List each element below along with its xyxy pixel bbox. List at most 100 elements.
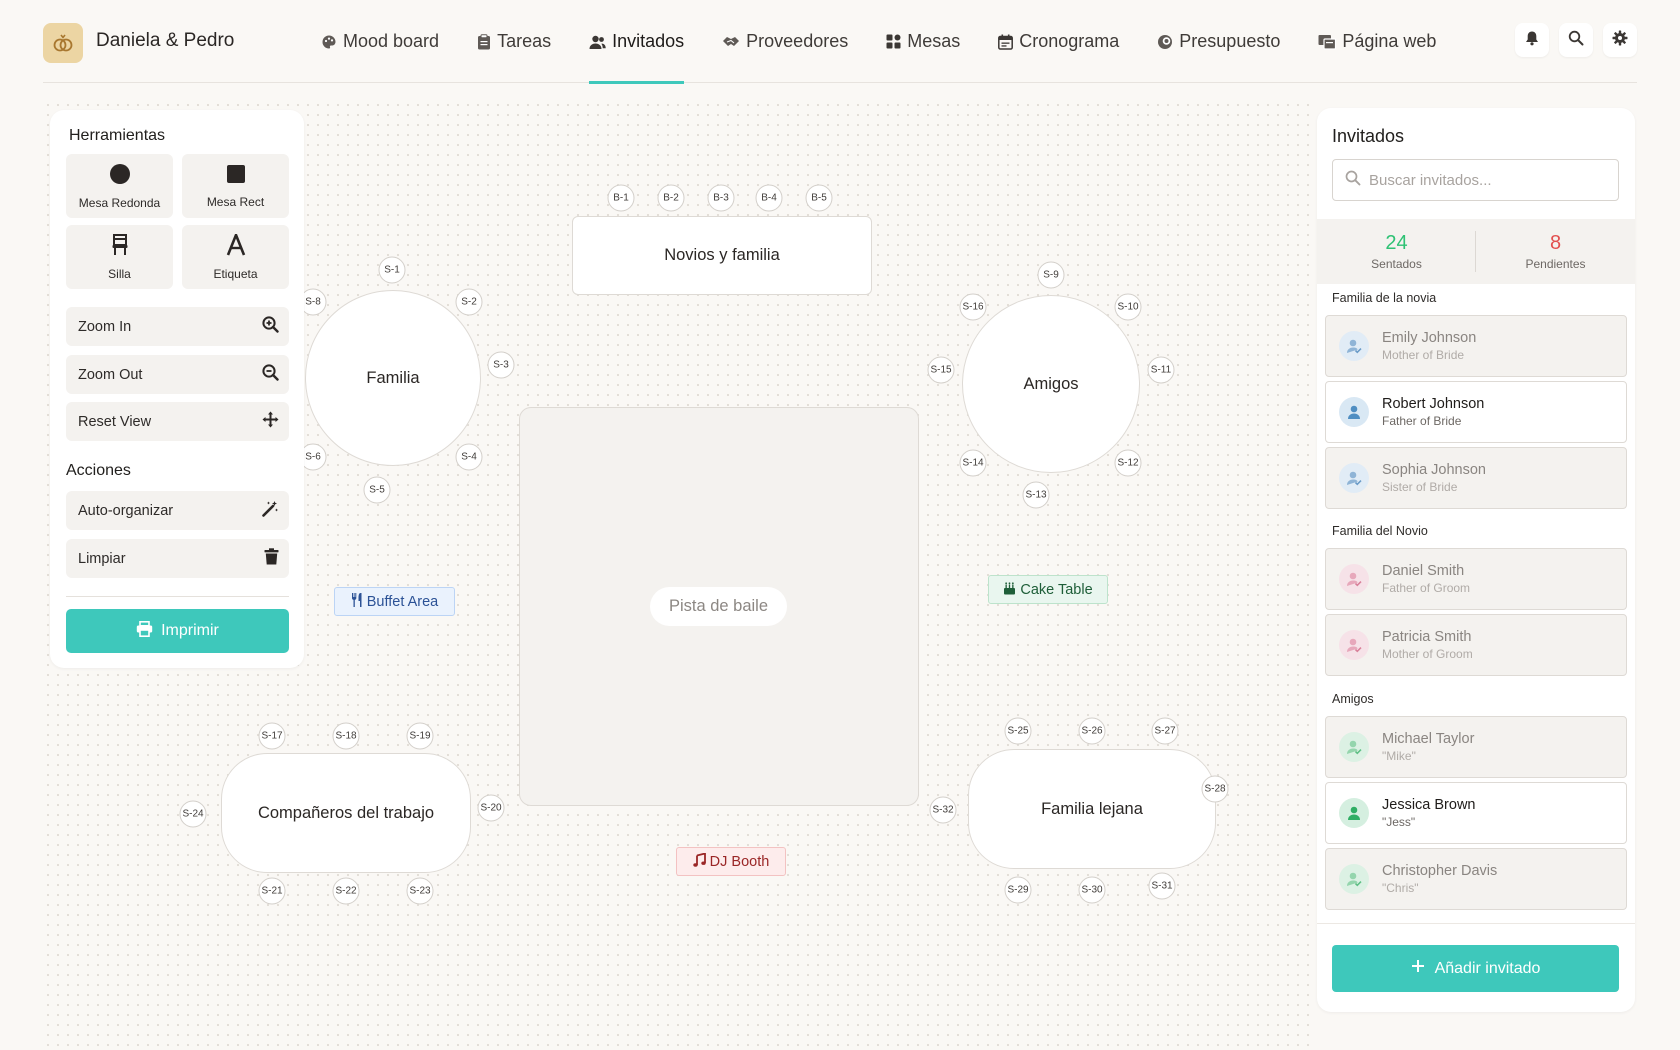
zoom-out-label: Zoom Out bbox=[78, 366, 143, 383]
seat-b-1[interactable]: B-1 bbox=[607, 184, 635, 212]
seat-s-12[interactable]: S-12 bbox=[1114, 449, 1142, 477]
nav-pagina-web[interactable]: Página web bbox=[1318, 0, 1436, 83]
pending-count: 8 bbox=[1549, 232, 1562, 254]
seat-s-11[interactable]: S-11 bbox=[1147, 356, 1175, 384]
chair-tool[interactable]: Silla bbox=[66, 225, 173, 289]
nav-presupuesto[interactable]: Presupuesto bbox=[1157, 0, 1280, 83]
seat-s-27[interactable]: S-27 bbox=[1151, 717, 1179, 745]
guest-card[interactable]: Christopher Davis "Chris" bbox=[1325, 848, 1627, 910]
seat-s-5[interactable]: S-5 bbox=[363, 476, 391, 504]
table-amigos[interactable]: Amigos bbox=[962, 295, 1140, 473]
seat-s-3[interactable]: S-3 bbox=[487, 351, 515, 379]
table-companeros-del-trabajo[interactable]: Compañeros del trabajo bbox=[221, 753, 471, 873]
nav-invitados[interactable]: Invitados bbox=[589, 0, 685, 84]
seat-s-14[interactable]: S-14 bbox=[959, 449, 987, 477]
rect-table-tool[interactable]: Mesa Rect bbox=[182, 154, 289, 218]
guest-card[interactable]: Robert Johnson Father of Bride bbox=[1325, 381, 1627, 443]
guest-card[interactable]: Michael Taylor "Mike" bbox=[1325, 716, 1627, 778]
guest-nickname: "Jess" bbox=[1382, 815, 1416, 829]
auto-organize-button[interactable]: Auto-organizar bbox=[66, 491, 289, 530]
seat-s-17[interactable]: S-17 bbox=[258, 722, 286, 750]
search-button[interactable] bbox=[1559, 23, 1593, 57]
guest-search-box[interactable] bbox=[1332, 159, 1619, 201]
seat-s-32[interactable]: S-32 bbox=[929, 796, 957, 824]
nav-tareas[interactable]: Tareas bbox=[477, 0, 551, 83]
reset-view-button[interactable]: Reset View bbox=[66, 402, 289, 441]
seat-s-25[interactable]: S-25 bbox=[1004, 717, 1032, 745]
guest-card[interactable]: Jessica Brown "Jess" bbox=[1325, 782, 1627, 844]
print-button[interactable]: Imprimir bbox=[66, 609, 289, 653]
seat-s-31[interactable]: S-31 bbox=[1148, 872, 1176, 900]
top-navigation-bar: Daniela & Pedro Mood board Tareas Invita… bbox=[43, 0, 1637, 84]
guest-card[interactable]: Emily Johnson Mother of Bride bbox=[1325, 315, 1627, 377]
magic-wand-icon bbox=[262, 500, 279, 521]
guest-role: Sister of Bride bbox=[1382, 480, 1458, 494]
guests-panel: Invitados 24 Sentados 8 Pendientes Famil… bbox=[1317, 108, 1635, 1012]
notifications-button[interactable] bbox=[1515, 23, 1549, 57]
seat-s-16[interactable]: S-16 bbox=[959, 293, 987, 321]
dj-booth-marker[interactable]: DJ Booth bbox=[676, 847, 786, 876]
seat-b-3[interactable]: B-3 bbox=[707, 184, 735, 212]
seat-s-26[interactable]: S-26 bbox=[1078, 717, 1106, 745]
guest-nickname: "Chris" bbox=[1382, 881, 1419, 895]
palette-icon bbox=[321, 34, 337, 50]
group-title: Amigos bbox=[1332, 692, 1374, 706]
tool-label: Mesa Redonda bbox=[78, 195, 161, 210]
seat-s-19[interactable]: S-19 bbox=[406, 722, 434, 750]
seat-s-22[interactable]: S-22 bbox=[332, 877, 360, 905]
nav-mood-board[interactable]: Mood board bbox=[321, 0, 439, 83]
wedding-rings-logo-icon[interactable] bbox=[43, 23, 83, 63]
clear-button[interactable]: Limpiar bbox=[66, 539, 289, 578]
guest-search-input[interactable] bbox=[1369, 171, 1609, 189]
zoom-in-button[interactable]: Zoom In bbox=[66, 307, 289, 346]
seat-s-15[interactable]: S-15 bbox=[927, 356, 955, 384]
move-arrows-icon bbox=[262, 411, 279, 432]
seat-s-18[interactable]: S-18 bbox=[332, 722, 360, 750]
avatar bbox=[1339, 397, 1369, 427]
seat-s-2[interactable]: S-2 bbox=[455, 288, 483, 316]
guest-card[interactable]: Daniel Smith Father of Groom bbox=[1325, 548, 1627, 610]
settings-button[interactable] bbox=[1603, 23, 1637, 57]
table-label: Familia bbox=[366, 368, 420, 387]
plus-icon bbox=[1411, 959, 1425, 978]
guest-role: Mother of Groom bbox=[1382, 647, 1473, 661]
seat-b-4[interactable]: B-4 bbox=[755, 184, 783, 212]
buffet-area-marker[interactable]: Buffet Area bbox=[334, 587, 455, 616]
table-familia-lejana[interactable]: Familia lejana bbox=[968, 749, 1216, 869]
seat-s-13[interactable]: S-13 bbox=[1022, 481, 1050, 509]
guest-card[interactable]: Patricia Smith Mother of Groom bbox=[1325, 614, 1627, 676]
seat-s-21[interactable]: S-21 bbox=[258, 877, 286, 905]
label-tool[interactable]: Etiqueta bbox=[182, 225, 289, 289]
seat-s-4[interactable]: S-4 bbox=[455, 443, 483, 471]
cake-table-marker[interactable]: Cake Table bbox=[988, 575, 1108, 604]
seat-s-30[interactable]: S-30 bbox=[1078, 876, 1106, 904]
marker-label: Buffet Area bbox=[366, 593, 439, 610]
tool-label: Silla bbox=[108, 266, 131, 281]
seat-b-5[interactable]: B-5 bbox=[805, 184, 833, 212]
nav-mesas[interactable]: Mesas bbox=[886, 0, 960, 83]
seat-s-1[interactable]: S-1 bbox=[378, 256, 406, 284]
guest-name: Patricia Smith bbox=[1382, 629, 1472, 645]
seat-s-10[interactable]: S-10 bbox=[1114, 293, 1142, 321]
pending-label: Pendientes bbox=[1525, 257, 1586, 271]
guest-name: Christopher Davis bbox=[1382, 863, 1498, 879]
guest-role: Father of Bride bbox=[1382, 414, 1462, 428]
seat-s-20[interactable]: S-20 bbox=[477, 794, 505, 822]
nav-label: Cronograma bbox=[1019, 31, 1120, 51]
table-familia[interactable]: Familia bbox=[305, 290, 481, 466]
seat-s-9[interactable]: S-9 bbox=[1037, 261, 1065, 289]
seat-s-29[interactable]: S-29 bbox=[1004, 876, 1032, 904]
round-table-tool[interactable]: Mesa Redonda bbox=[66, 154, 173, 218]
avatar bbox=[1339, 798, 1369, 828]
seat-b-2[interactable]: B-2 bbox=[657, 184, 685, 212]
seat-s-23[interactable]: S-23 bbox=[406, 877, 434, 905]
seat-s-28[interactable]: S-28 bbox=[1201, 775, 1229, 803]
nav-cronograma[interactable]: Cronograma bbox=[998, 0, 1119, 83]
nav-proveedores[interactable]: Proveedores bbox=[722, 0, 848, 83]
zoom-out-button[interactable]: Zoom Out bbox=[66, 355, 289, 394]
table-novios-y-familia[interactable]: Novios y familia bbox=[572, 216, 872, 295]
main-nav: Mood board Tareas Invitados Proveedores … bbox=[321, 0, 1474, 84]
add-guest-button[interactable]: Añadir invitado bbox=[1332, 945, 1619, 992]
seat-s-24[interactable]: S-24 bbox=[179, 800, 207, 828]
guest-card[interactable]: Sophia Johnson Sister of Bride bbox=[1325, 447, 1627, 509]
